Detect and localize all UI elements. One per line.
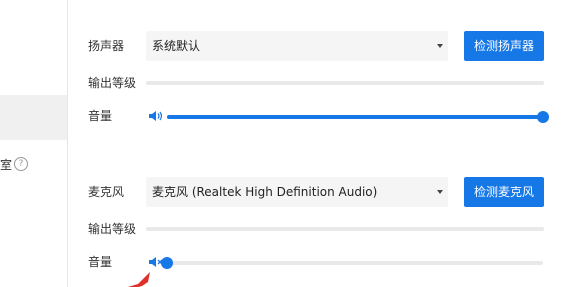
speaker-volume-slider[interactable] xyxy=(167,111,549,123)
microphone-device-value: 麦克风 (Realtek High Definition Audio) xyxy=(152,185,378,199)
chevron-down-icon xyxy=(437,44,443,48)
speaker-output-level-label: 输出等级 xyxy=(88,76,137,90)
volume-icon[interactable] xyxy=(148,110,164,122)
microphone-volume-label: 音量 xyxy=(88,255,113,269)
speaker-label: 扬声器 xyxy=(88,39,125,53)
test-speaker-button[interactable]: 检测扬声器 xyxy=(464,31,544,61)
microphone-device-select[interactable]: 麦克风 (Realtek High Definition Audio) xyxy=(146,177,448,207)
sidebar-item-label[interactable]: 室 xyxy=(0,157,12,173)
microphone-volume-slider[interactable] xyxy=(161,257,543,269)
audio-settings-window: 室 ? 扬声器 系统默认 检测扬声器 输出等级 音量 麦克风 麦克风 (Real… xyxy=(0,0,564,287)
microphone-output-level-label: 输出等级 xyxy=(88,222,137,236)
microphone-label: 麦克风 xyxy=(88,185,125,199)
sidebar-selected-item[interactable] xyxy=(0,95,67,140)
speaker-volume-thumb[interactable] xyxy=(537,111,549,123)
microphone-volume-thumb[interactable] xyxy=(161,257,173,269)
chevron-down-icon xyxy=(437,190,443,194)
microphone-output-level-meter xyxy=(146,227,544,231)
speaker-device-select[interactable]: 系统默认 xyxy=(146,31,448,61)
speaker-device-value: 系统默认 xyxy=(152,39,201,53)
test-microphone-button[interactable]: 检测麦克风 xyxy=(464,177,544,207)
help-icon[interactable]: ? xyxy=(14,157,28,171)
annotation-arrow xyxy=(128,272,150,287)
speaker-output-level-meter xyxy=(146,81,544,85)
speaker-volume-label: 音量 xyxy=(88,109,113,123)
sidebar: 室 ? xyxy=(0,0,68,287)
speaker-volume-fill xyxy=(167,115,543,119)
